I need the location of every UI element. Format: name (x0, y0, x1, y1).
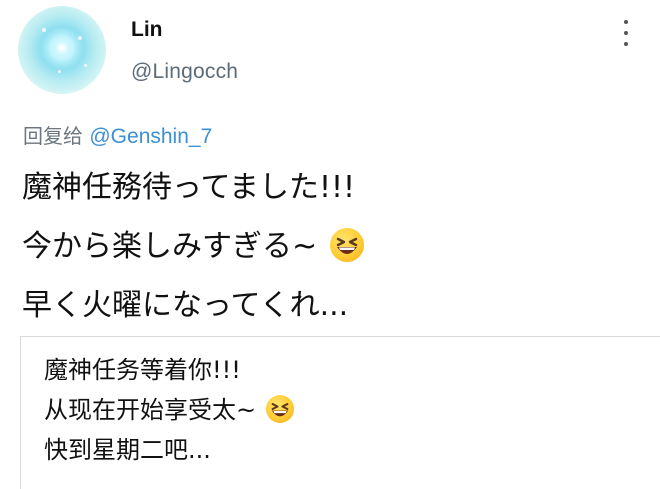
translation-line: 快到星期二吧... (44, 436, 211, 464)
translation-text: 魔神任务等着你!!! 从现在开始享受太~ 快到星期二吧... (44, 350, 294, 470)
tweet-text: 魔神任務待ってました!!! 今から楽しみすぎる~ 早く火曜になってくれ... (22, 158, 364, 335)
translation-divider (20, 336, 660, 337)
avatar[interactable] (18, 6, 106, 94)
display-name[interactable]: Lin (131, 18, 163, 42)
reply-prefix: 回复给 (23, 124, 83, 148)
tweet-line: 早く火曜になってくれ... (22, 288, 349, 323)
translation-panel: 魔神任务等着你!!! 从现在开始享受太~ 快到星期二吧... (0, 336, 660, 489)
user-handle[interactable]: @Lingocch (131, 60, 238, 84)
avatar-glint (78, 36, 82, 40)
tweet-line: 魔神任務待ってました!!! (22, 170, 356, 205)
avatar-orb (48, 34, 76, 62)
avatar-glint (58, 70, 61, 73)
tweet-line-with-emoji: 今から楽しみすぎる~ (22, 217, 364, 276)
grinning-squinting-face-emoji (265, 395, 294, 423)
vertical-ellipsis-icon[interactable] (616, 20, 636, 46)
reply-mention-link[interactable]: @Genshin_7 (89, 125, 212, 148)
translation-line: 魔神任务等着你!!! (44, 356, 241, 384)
translation-line: 从现在开始享受太~ (44, 396, 257, 424)
avatar-glint (42, 28, 46, 32)
translation-border (20, 336, 21, 489)
translation-line-with-emoji: 从现在开始享受太~ (44, 390, 294, 430)
tweet-card: Lin @Lingocch 回复给 @Genshin_7 魔神任務待ってました!… (0, 0, 660, 330)
tweet-line: 今から楽しみすぎる~ (22, 229, 318, 264)
grinning-squinting-face-emoji (329, 227, 364, 262)
avatar-glint (84, 64, 87, 67)
reply-context: 回复给 @Genshin_7 (23, 120, 212, 149)
